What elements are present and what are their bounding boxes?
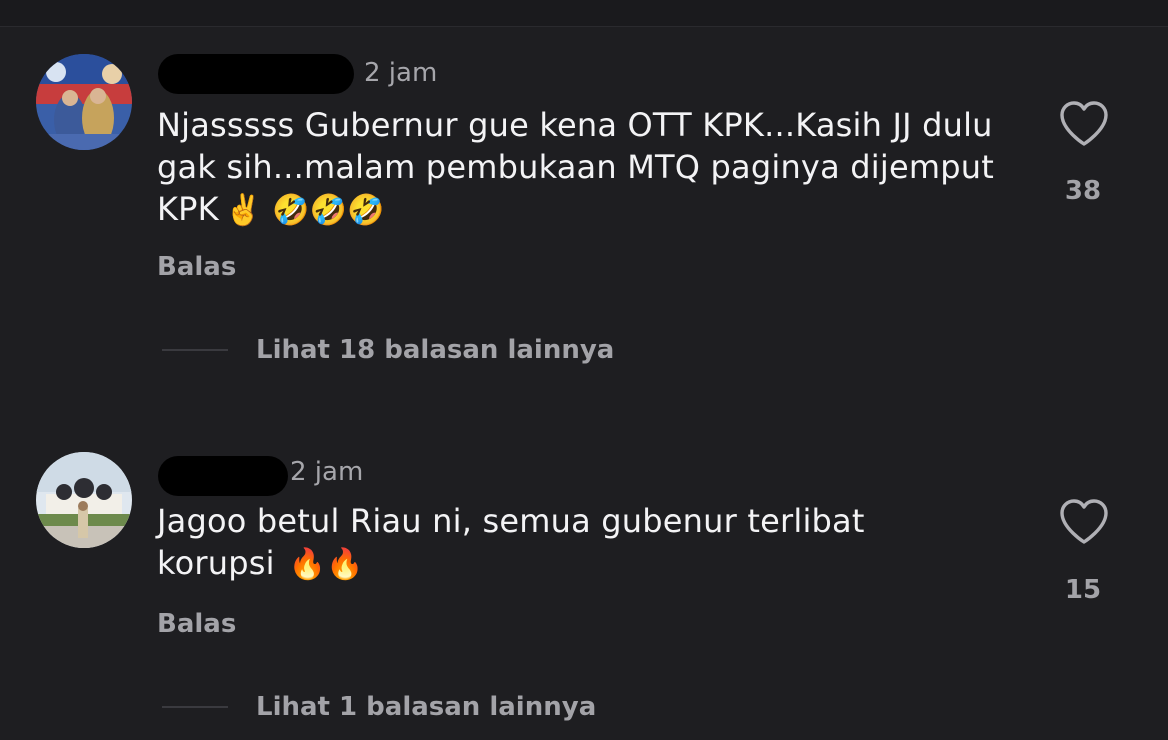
- username-redacted[interactable]: [158, 54, 354, 94]
- view-more-replies-button[interactable]: Lihat 18 balasan lainnya: [162, 330, 622, 370]
- comment-emojis: ✌️ 🤣🤣🤣: [224, 193, 385, 228]
- comment-timestamp: 2 jam: [290, 457, 364, 487]
- reply-button[interactable]: Balas: [157, 609, 236, 639]
- comment-text: Njasssss Gubernur gue kena OTT KPK...Kas…: [157, 104, 997, 232]
- user-avatar[interactable]: [36, 452, 132, 548]
- comment-timestamp: 2 jam: [364, 58, 438, 88]
- like-count: 15: [1064, 575, 1102, 605]
- top-divider-bar: [0, 0, 1168, 27]
- heart-outline-icon[interactable]: [1058, 498, 1110, 546]
- user-avatar[interactable]: [36, 54, 132, 150]
- view-more-replies-button[interactable]: Lihat 1 balasan lainnya: [162, 687, 602, 727]
- view-more-replies-label: Lihat 18 balasan lainnya: [256, 335, 615, 365]
- comment-text: Jagoo betul Riau ni, semua gubenur terli…: [157, 500, 917, 586]
- like-count: 38: [1064, 176, 1102, 206]
- wedding-photo-avatar-icon: [36, 54, 132, 150]
- reply-button[interactable]: Balas: [157, 252, 236, 282]
- comment-emojis: 🔥🔥: [288, 547, 364, 582]
- view-more-replies-label: Lihat 1 balasan lainnya: [256, 692, 597, 722]
- comment-text-content: Jagoo betul Riau ni, semua gubenur terli…: [157, 502, 865, 582]
- replies-divider-line: [162, 349, 228, 351]
- username-redacted[interactable]: [158, 456, 288, 496]
- replies-divider-line: [162, 706, 228, 708]
- mosque-photo-avatar-icon: [36, 452, 132, 548]
- heart-outline-icon[interactable]: [1058, 100, 1110, 148]
- comment-thread: 2 jam Njasssss Gubernur gue kena OTT KPK…: [0, 0, 1168, 740]
